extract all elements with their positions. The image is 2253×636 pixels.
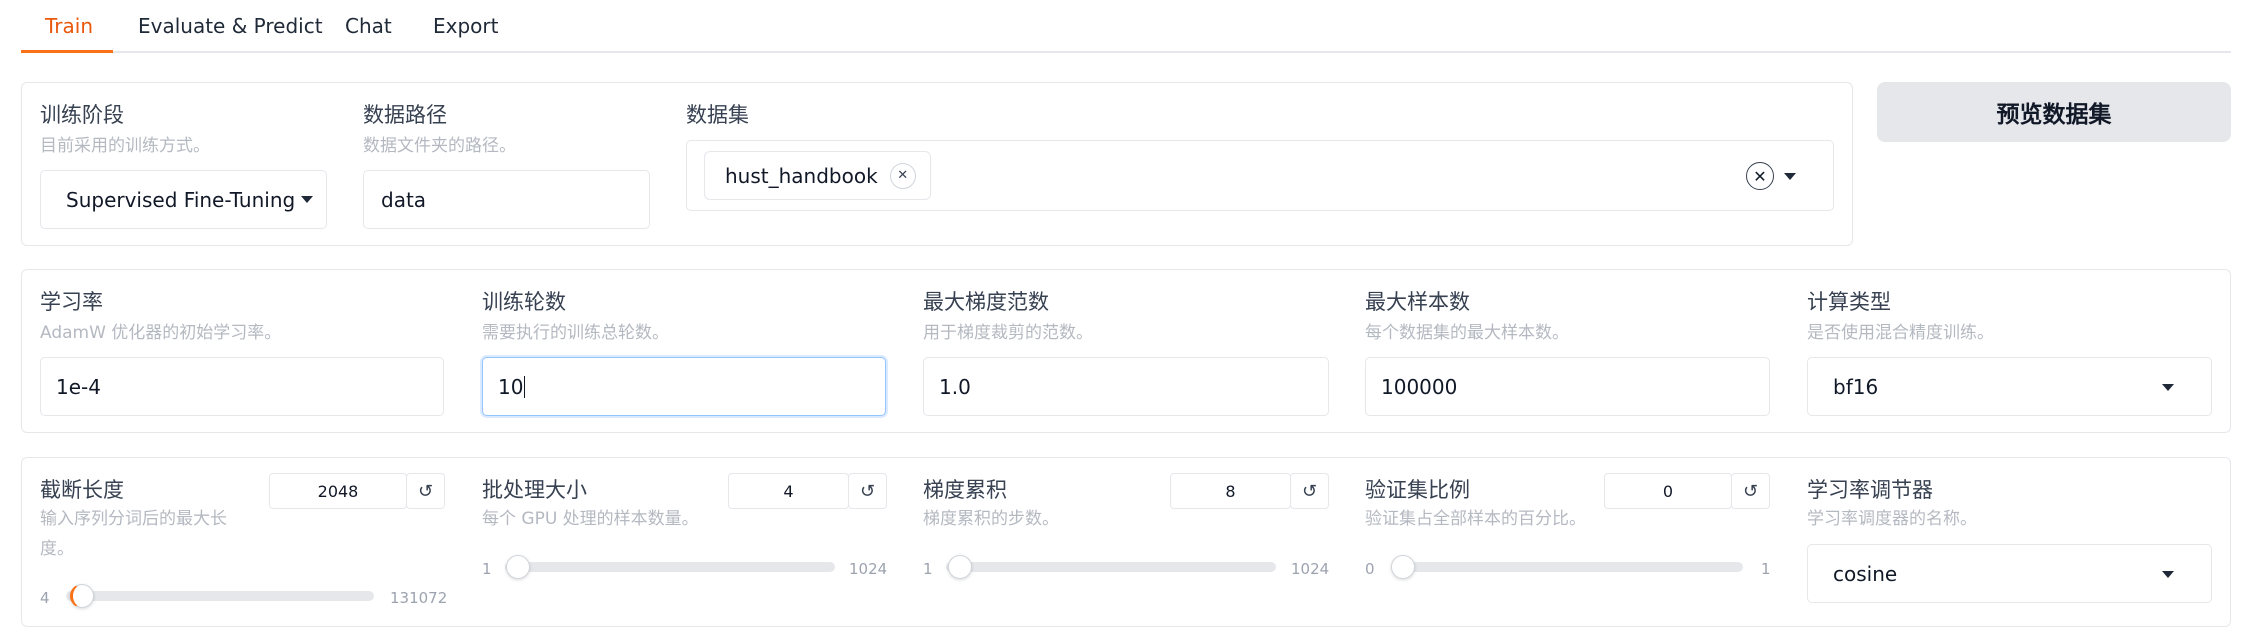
tab-train[interactable]: Train (45, 14, 93, 38)
grad-accum-label: 梯度累积 (923, 478, 1007, 502)
cutoff-len-slider[interactable] (66, 584, 374, 608)
val-size-number-input[interactable]: 0 (1604, 473, 1732, 509)
lr-scheduler-label: 学习率调节器 (1807, 478, 1933, 502)
tab-bar: Train Evaluate & Predict Chat Export (21, 0, 2231, 53)
lr-scheduler-dropdown[interactable]: cosine (1807, 544, 2212, 603)
learning-rate-info: AdamW 优化器的初始学习率。 (40, 323, 282, 343)
lr-scheduler-info: 学习率调度器的名称。 (1807, 509, 1977, 529)
dataset-label: 数据集 (686, 103, 749, 127)
cutoff-len-info: 输入序列分词后的最大长 (40, 509, 227, 529)
val-size-label: 验证集比例 (1365, 478, 1470, 502)
val-size-slider[interactable] (1391, 555, 1743, 579)
slider-thumb[interactable] (948, 555, 972, 579)
batch-size-label: 批处理大小 (482, 478, 587, 502)
data-path-input[interactable]: data (363, 170, 650, 229)
slider-max-label: 1024 (1291, 560, 1330, 578)
max-grad-norm-input[interactable]: 1.0 (923, 357, 1329, 416)
data-path-value: data (381, 187, 427, 212)
reset-icon[interactable]: ↺ (1290, 473, 1329, 509)
reset-icon[interactable]: ↺ (406, 473, 445, 509)
chevron-down-icon (301, 196, 314, 203)
val-size-info: 验证集占全部样本的百分比。 (1365, 509, 1586, 529)
epochs-input[interactable]: 10 (482, 357, 886, 416)
max-samples-info: 每个数据集的最大样本数。 (1365, 323, 1569, 343)
max-samples-input[interactable]: 100000 (1365, 357, 1770, 416)
epochs-value: 10 (498, 374, 524, 399)
max-grad-norm-value: 1.0 (939, 374, 971, 399)
grad-accum-info: 梯度累积的步数。 (923, 509, 1059, 529)
chevron-down-icon[interactable] (1784, 173, 1796, 180)
compute-type-info: 是否使用混合精度训练。 (1807, 323, 1994, 343)
batch-size-number-input[interactable]: 4 (728, 473, 849, 509)
cutoff-len-label: 截断长度 (40, 478, 124, 502)
reset-icon[interactable]: ↺ (848, 473, 887, 509)
tab-evaluate-predict[interactable]: Evaluate & Predict (138, 14, 323, 38)
cutoff-len-info-cont: 度。 (40, 539, 74, 559)
active-tab-indicator (21, 50, 113, 53)
data-path-info: 数据文件夹的路径。 (363, 136, 516, 156)
stage-dropdown[interactable]: Supervised Fine-Tuning (40, 170, 327, 229)
tab-chat[interactable]: Chat (345, 14, 392, 38)
slider-min-label: 4 (40, 589, 50, 607)
reset-icon[interactable]: ↺ (1731, 473, 1770, 509)
stage-label: 训练阶段 (40, 103, 124, 127)
compute-type-value: bf16 (1833, 374, 1879, 399)
chevron-down-icon (2162, 384, 2174, 391)
stage-value: Supervised Fine-Tuning (66, 187, 296, 212)
slider-max-label: 1 (1761, 560, 1771, 578)
clear-all-icon[interactable]: ✕ (1746, 162, 1774, 190)
preview-dataset-button[interactable]: 预览数据集 (1877, 82, 2231, 142)
grad-accum-number-input[interactable]: 8 (1170, 473, 1291, 509)
slider-thumb[interactable] (506, 555, 530, 579)
slider-thumb[interactable] (1391, 555, 1415, 579)
batch-size-info: 每个 GPU 处理的样本数量。 (482, 509, 699, 529)
slider-max-label: 1024 (849, 560, 888, 578)
dataset-chip: hust_handbook ✕ (704, 151, 931, 200)
max-grad-norm-info: 用于梯度裁剪的范数。 (923, 323, 1093, 343)
epochs-label: 训练轮数 (482, 290, 566, 314)
dataset-chip-label: hust_handbook (725, 163, 878, 188)
max-samples-label: 最大样本数 (1365, 290, 1470, 314)
lr-scheduler-value: cosine (1833, 561, 1898, 586)
max-grad-norm-label: 最大梯度范数 (923, 290, 1049, 314)
learning-rate-label: 学习率 (40, 290, 103, 314)
learning-rate-value: 1e-4 (56, 374, 101, 399)
chevron-down-icon (2162, 571, 2174, 578)
text-cursor (524, 375, 526, 398)
max-samples-value: 100000 (1381, 374, 1458, 399)
slider-min-label: 0 (1365, 560, 1375, 578)
slider-min-label: 1 (482, 560, 492, 578)
slider-min-label: 1 (923, 560, 933, 578)
epochs-info: 需要执行的训练总轮数。 (482, 323, 669, 343)
compute-type-dropdown[interactable]: bf16 (1807, 357, 2212, 416)
grad-accum-slider[interactable] (946, 555, 1276, 579)
learning-rate-input[interactable]: 1e-4 (40, 357, 444, 416)
remove-chip-icon[interactable]: ✕ (889, 162, 916, 189)
slider-max-label: 131072 (390, 589, 448, 607)
tab-export[interactable]: Export (433, 14, 498, 38)
data-path-label: 数据路径 (363, 103, 447, 127)
compute-type-label: 计算类型 (1807, 290, 1891, 314)
stage-info: 目前采用的训练方式。 (40, 136, 210, 156)
cutoff-len-number-input[interactable]: 2048 (269, 473, 407, 509)
dataset-multiselect[interactable]: hust_handbook ✕ ✕ (686, 140, 1834, 211)
slider-thumb[interactable] (70, 584, 94, 608)
batch-size-slider[interactable] (505, 555, 835, 579)
